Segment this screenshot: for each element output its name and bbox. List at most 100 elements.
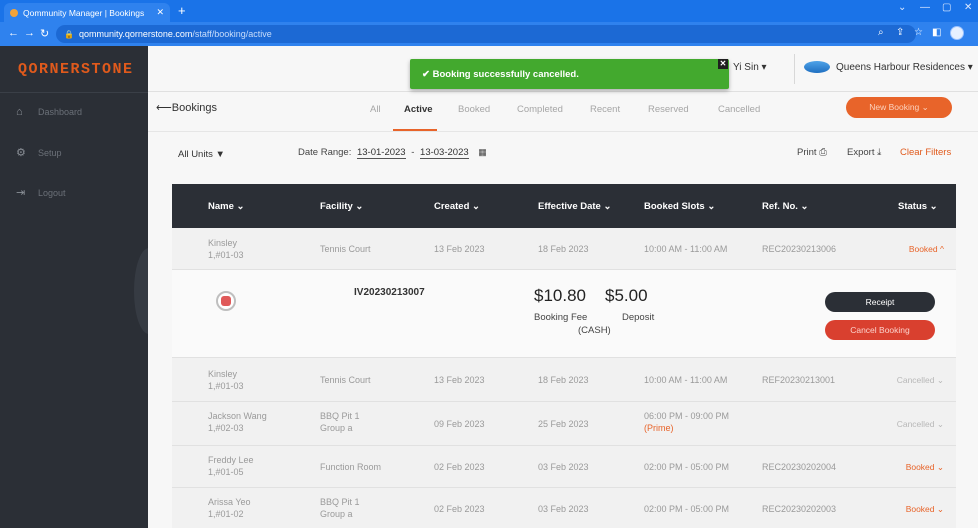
cell-name: Arissa Yeo 1,#01-02 <box>208 497 251 519</box>
column-header-status[interactable]: Status ⌄ <box>898 201 938 212</box>
column-header-effective-date[interactable]: Effective Date ⌄ <box>538 201 611 212</box>
status-badge[interactable]: Booked ^ <box>909 244 944 254</box>
cell-effective-date: 03 Feb 2023 <box>538 504 589 514</box>
new-booking-button[interactable]: New Booking ⌄ <box>846 97 952 118</box>
new-tab-button[interactable]: + <box>178 3 186 18</box>
column-header-created[interactable]: Created ⌄ <box>434 201 480 212</box>
estate-name: Queens Harbour Residences ▾ <box>836 61 973 73</box>
cancel-booking-button[interactable]: Cancel Booking <box>825 320 935 340</box>
cell-effective-date: 25 Feb 2023 <box>538 419 589 429</box>
tab-recent[interactable]: Recent <box>590 104 620 115</box>
share-icon[interactable]: ⇪ <box>896 27 904 38</box>
cell-name: Kinsley 1,#01-03 <box>208 369 244 391</box>
column-header-ref-no[interactable]: Ref. No. ⌄ <box>762 201 809 212</box>
unit-number: 1,#01-02 <box>208 509 244 519</box>
units-dropdown[interactable]: All Units ▼ <box>178 149 225 160</box>
facility-name: BBQ Pit 1 <box>320 411 360 421</box>
table-row[interactable]: Kinsley 1,#01-03 Tennis Court 13 Feb 2023… <box>172 358 956 402</box>
cell-facility: Tennis Court <box>320 244 371 254</box>
cell-created: 09 Feb 2023 <box>434 419 485 429</box>
export-button[interactable]: Export ⤓ <box>847 147 881 158</box>
cell-booked-slots: 02:00 PM - 05:00 PM <box>644 462 730 472</box>
tab-booked[interactable]: Booked <box>458 104 490 115</box>
status-badge[interactable]: Cancelled ⌄ <box>897 375 944 386</box>
cell-created: 02 Feb 2023 <box>434 504 485 514</box>
minimize-icon[interactable]: — <box>920 2 930 13</box>
address-bar[interactable]: 🔒 qommunity.qornerstone.com/staff/bookin… <box>56 25 916 43</box>
deposit-label: Deposit <box>622 312 655 323</box>
forward-arrow-icon[interactable]: → <box>24 27 35 39</box>
sidepanel-icon[interactable]: ◧ <box>932 27 941 38</box>
receipt-button[interactable]: Receipt <box>825 292 935 312</box>
zoom-icon[interactable]: ⌕ <box>878 27 884 38</box>
cell-booked-slots: 10:00 AM - 11:00 AM <box>644 375 728 385</box>
date-from-input[interactable]: 13-01-2023 <box>356 147 406 159</box>
close-tab-icon[interactable]: ✕ <box>156 7 164 18</box>
estate-logo <box>804 61 830 73</box>
facility-icon-inner <box>221 296 231 306</box>
resident-name: Kinsley <box>208 369 238 379</box>
export-label: Export <box>847 147 875 158</box>
column-header-booked-slots[interactable]: Booked Slots ⌄ <box>644 201 715 212</box>
column-header-facility[interactable]: Facility ⌄ <box>320 201 363 212</box>
download-icon: ⤓ <box>877 147 882 158</box>
cell-created: 02 Feb 2023 <box>434 462 485 472</box>
tab-completed[interactable]: Completed <box>517 104 563 115</box>
tab-active[interactable]: Active <box>404 104 433 115</box>
browser-tab[interactable]: Qommunity Manager | Bookings ✕ <box>4 3 170 22</box>
table-row[interactable]: Freddy Lee 1,#01-05 Function Room 02 Feb … <box>172 446 956 488</box>
estate-selector[interactable]: Queens Harbour Residences ▾ <box>804 61 973 73</box>
main-content: Yi Sin ▾ Queens Harbour Residences ▾ ✔ B… <box>148 46 978 528</box>
table-row[interactable]: Jackson Wang 1,#02-03 BBQ Pit 1 Group a 09… <box>172 402 956 446</box>
unit-number: 1,#01-03 <box>208 381 244 391</box>
cell-effective-date: 18 Feb 2023 <box>538 244 589 254</box>
chevron-down-icon[interactable]: ⌄ <box>898 2 906 13</box>
cell-booked-slots: 06:00 PM - 09:00 PM (Prime) <box>644 411 729 433</box>
tab-cancelled[interactable]: Cancelled <box>718 104 760 115</box>
back-arrow-icon[interactable]: ← <box>8 27 19 39</box>
table-row[interactable]: Kinsley 1,#01-03 Tennis Court 13 Feb 2023… <box>172 228 956 270</box>
user-menu[interactable]: Yi Sin ▾ <box>733 62 767 73</box>
gear-icon: ⚙ <box>16 147 26 159</box>
facility-icon <box>216 291 236 311</box>
tab-reserved[interactable]: Reserved <box>648 104 689 115</box>
cell-effective-date: 03 Feb 2023 <box>538 462 589 472</box>
toast-close-icon[interactable]: ✕ <box>718 59 728 69</box>
success-toast: ✔ Booking successfully cancelled. ✕ <box>410 59 729 89</box>
sidebar-item-dashboard[interactable]: ⌂ Dashboard <box>16 106 82 118</box>
status-badge[interactable]: Booked ⌄ <box>906 504 944 515</box>
print-button[interactable]: Print ⎙ <box>797 147 827 158</box>
topbar-divider <box>794 54 795 84</box>
status-badge[interactable]: Cancelled ⌄ <box>897 419 944 430</box>
resident-name: Freddy Lee <box>208 455 254 465</box>
printer-icon: ⎙ <box>819 147 827 158</box>
clear-filters-link[interactable]: Clear Filters <box>900 147 951 158</box>
cell-created: 13 Feb 2023 <box>434 244 485 254</box>
calendar-icon[interactable]: ▦ <box>478 147 487 157</box>
cell-facility: BBQ Pit 1 Group a <box>320 411 360 433</box>
table-row[interactable]: Arissa Yeo 1,#01-02 BBQ Pit 1 Group a 02 F… <box>172 488 956 528</box>
sidebar-item-logout[interactable]: ⇥ Logout <box>16 186 66 199</box>
unit-number: 1,#02-03 <box>208 423 244 433</box>
cell-ref-no: REC20230213006 <box>762 244 837 254</box>
profile-avatar[interactable] <box>950 26 964 40</box>
payment-method: (CASH) <box>578 325 611 336</box>
sidebar-item-setup[interactable]: ⚙ Setup <box>16 146 62 159</box>
cell-ref-no: REC20230202004 <box>762 462 837 472</box>
column-header-name[interactable]: Name ⌄ <box>208 201 244 212</box>
date-to-input[interactable]: 13-03-2023 <box>420 147 469 159</box>
tab-all[interactable]: All <box>370 104 381 115</box>
close-window-icon[interactable]: ✕ <box>964 2 972 13</box>
cell-name: Freddy Lee 1,#01-05 <box>208 455 254 477</box>
back-to-bookings[interactable]: ⟵Bookings <box>156 101 217 114</box>
print-label: Print <box>797 147 817 158</box>
bookmark-star-icon[interactable]: ☆ <box>914 27 923 38</box>
date-separator: - <box>411 147 415 158</box>
facility-group: Group a <box>320 509 353 519</box>
reload-icon[interactable]: ↻ <box>40 27 49 40</box>
status-badge[interactable]: Booked ⌄ <box>906 462 944 473</box>
sidebar: QORNERSTONE ⌂ Dashboard ⚙ Setup ⇥ Logout <box>0 46 148 528</box>
booking-detail-panel: IV20230213007 $10.80 Booking Fee (CASH) … <box>172 270 956 358</box>
cell-booked-slots: 02:00 PM - 05:00 PM <box>644 504 730 514</box>
maximize-icon[interactable]: ▢ <box>942 2 951 13</box>
